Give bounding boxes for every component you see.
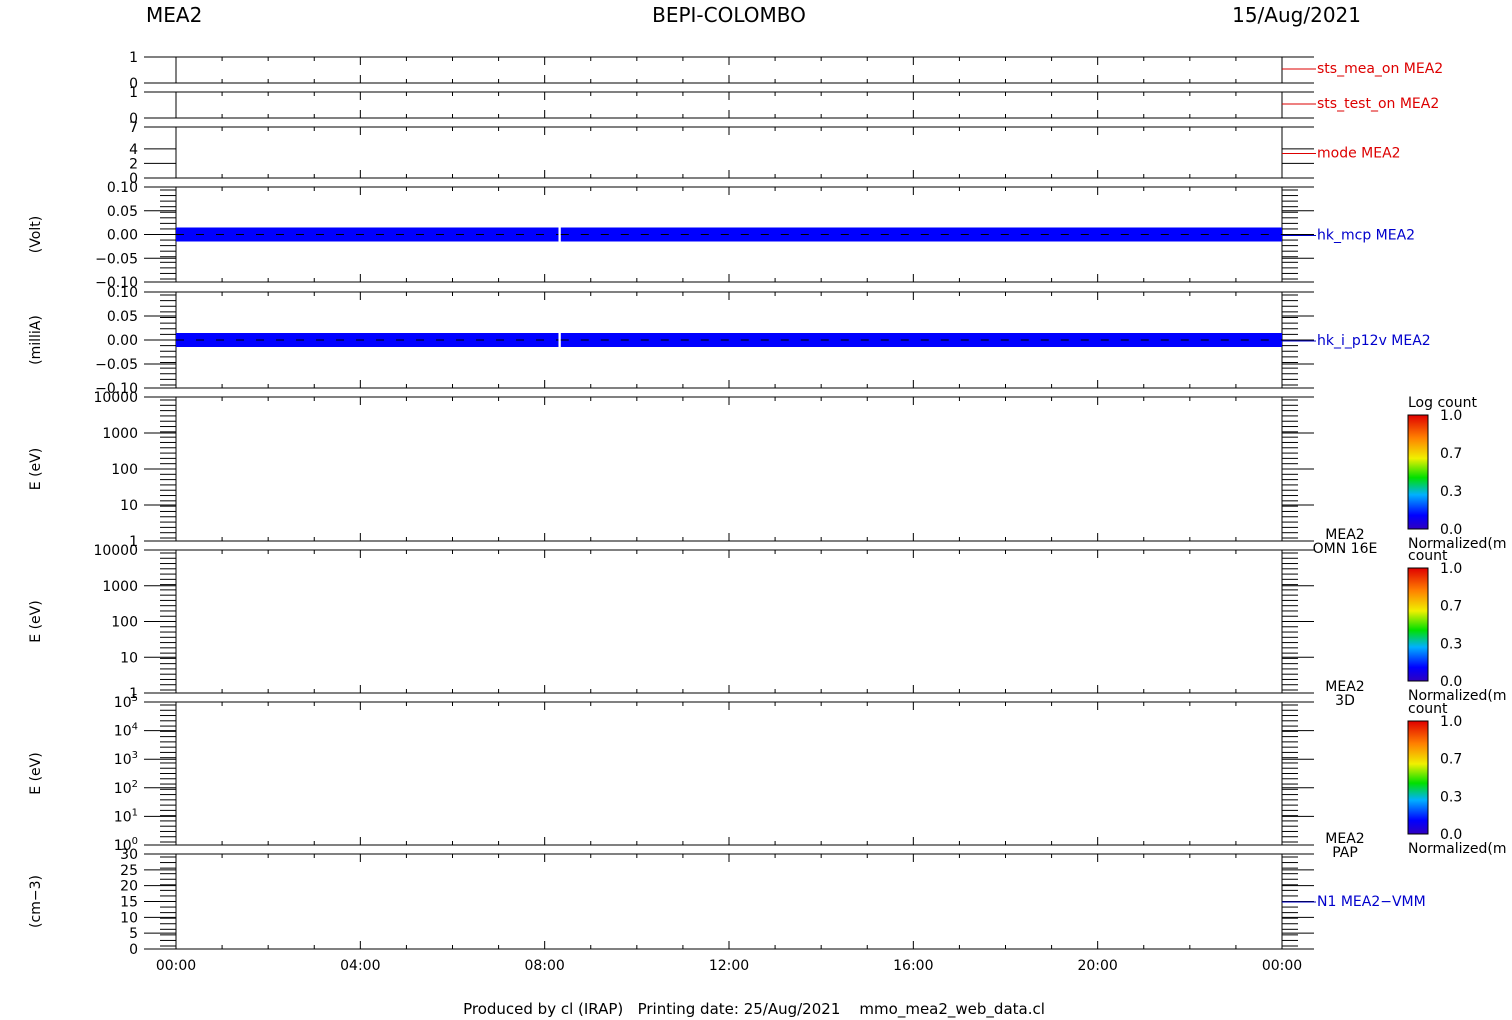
panel-3: 7420mode MEA2 — [129, 120, 1400, 187]
y-tick-label: 0.10 — [107, 180, 138, 196]
colorbar-scale — [1407, 567, 1429, 682]
colorbar-tick-label: 0.3 — [1440, 789, 1462, 805]
header-date: 15/Aug/2021 — [1232, 3, 1361, 27]
y-tick-label: −0.05 — [95, 357, 138, 373]
colorbar: Log count1.00.70.30.0Normalized(m — [1407, 395, 1507, 552]
y-tick-label: 100 — [111, 462, 138, 478]
panel-label: 3D — [1335, 693, 1355, 709]
panel-frame — [175, 396, 1283, 542]
mea2-summary-plot: MEA2 BEPI-COLOMBO 15/Aug/2021 10sts_mea_… — [28, 3, 1507, 1019]
y-axis-label: E (eV) — [28, 448, 44, 490]
y-tick-label: 1 — [129, 85, 138, 101]
panel-label: N1 MEA2−VMM — [1317, 894, 1426, 910]
header-mission: BEPI-COLOMBO — [652, 3, 806, 27]
colorbar-tick-label: 1.0 — [1440, 408, 1462, 424]
panel-4: 0.100.050.00−0.05−0.10(Volt) hk_mcp MEA2 — [28, 180, 1415, 291]
panel-label: mode MEA2 — [1317, 146, 1401, 162]
y-axis-label: (milliA) — [28, 315, 44, 365]
y-axis-label: E (eV) — [28, 752, 44, 794]
y-axis-label: E (eV) — [28, 600, 44, 642]
colorbar-scale — [1407, 720, 1429, 835]
colorbar-subtitle: Normalized(m — [1408, 841, 1507, 857]
y-tick-label: 101 — [114, 807, 138, 825]
y-tick-label: −0.05 — [95, 251, 138, 267]
y-tick-label: 15 — [120, 895, 138, 911]
footer-credit: Produced by cl (IRAP) Printing date: 25/… — [463, 1000, 1045, 1019]
colorbars: Log count1.00.70.30.0Normalized(mcount1.… — [1407, 395, 1507, 857]
y-tick-label: 10 — [120, 498, 138, 514]
colorbar-tick-label: 0.7 — [1440, 752, 1462, 768]
y-tick-label: 10000 — [93, 390, 138, 406]
y-tick-label: 10000 — [93, 543, 138, 559]
panel-8: 105104103102101100E (eV)MEA2PAP — [28, 693, 1365, 861]
panel-label: OMN 16E — [1313, 541, 1378, 557]
time-tick-label: 20:00 — [1077, 958, 1117, 974]
panel-1: 10sts_mea_on MEA2 — [129, 50, 1443, 92]
y-tick-label: 103 — [114, 750, 138, 768]
panel-5: 0.100.050.00−0.05−0.10(milliA) hk_i_p12v … — [28, 285, 1431, 397]
panel-frame — [175, 549, 1283, 694]
colorbar: count1.00.70.30.0Normalized(m — [1407, 701, 1507, 857]
y-tick-label: 0.10 — [107, 285, 138, 301]
y-tick-label: 20 — [120, 879, 138, 895]
y-tick-label: 104 — [114, 722, 138, 740]
y-tick-label: 1000 — [102, 426, 138, 442]
colorbar-scale — [1407, 414, 1429, 530]
y-tick-label: 0.05 — [107, 309, 138, 325]
panels: 10sts_mea_on MEA210sts_test_on MEA27420m… — [28, 50, 1443, 958]
time-axis: 00:00 04:00 08:00 12:00 16:00 20:00 00:00 — [156, 958, 1302, 974]
panel-frame — [175, 853, 1283, 950]
y-tick-label: 10 — [120, 650, 138, 666]
colorbar-tick-label: 0.7 — [1440, 446, 1462, 462]
y-tick-label: 0 — [129, 942, 138, 958]
y-tick-label: 0.00 — [107, 333, 138, 349]
time-tick-label: 16:00 — [893, 958, 933, 974]
y-axis-label: (Volt) — [28, 216, 44, 253]
panel-label: PAP — [1332, 845, 1358, 861]
panel-label: hk_mcp MEA2 — [1317, 228, 1415, 244]
colorbar: count1.00.70.30.0Normalized(m — [1407, 548, 1507, 704]
panel-2: 10sts_test_on MEA2 — [129, 85, 1439, 127]
y-tick-label: 102 — [114, 779, 138, 797]
y-tick-label: 30 — [120, 847, 138, 863]
colorbar-tick-label: 0.3 — [1440, 484, 1462, 500]
y-tick-label: 1 — [129, 50, 138, 66]
colorbar-tick-label: 0.3 — [1440, 636, 1462, 652]
panel-label: hk_i_p12v MEA2 — [1317, 333, 1431, 349]
panel-frame — [175, 701, 1283, 846]
colorbar-tick-label: 1.0 — [1440, 714, 1462, 730]
colorbar-tick-label: 1.0 — [1440, 561, 1462, 577]
time-tick-label: 00:00 — [156, 958, 196, 974]
panel-9: 302520151050 (cm−3) N1 MEA2−VMM — [28, 847, 1426, 958]
y-tick-label: 5 — [129, 926, 138, 942]
y-tick-label: 1000 — [102, 579, 138, 595]
y-tick-label: 105 — [114, 693, 138, 711]
y-tick-label: 100 — [111, 615, 138, 631]
colorbar-tick-label: 0.7 — [1440, 599, 1462, 615]
y-tick-label: 25 — [120, 863, 138, 879]
time-tick-label: 08:00 — [524, 958, 564, 974]
panel-7: 100001000100101E (eV)MEA23D — [28, 543, 1365, 709]
time-tick-label: 12:00 — [709, 958, 749, 974]
time-tick-label: 00:00 — [1262, 958, 1302, 974]
header-instrument: MEA2 — [146, 3, 202, 27]
y-tick-label: 0.05 — [107, 204, 138, 220]
y-tick-label: 0.00 — [107, 228, 138, 244]
time-tick-label: 04:00 — [340, 958, 380, 974]
panel-label: sts_test_on MEA2 — [1317, 96, 1439, 112]
y-axis-label: (cm−3) — [28, 875, 44, 928]
panel-6: 100001000100101E (eV)MEA2OMN 16E — [28, 390, 1377, 557]
y-tick-label: 7 — [129, 120, 138, 136]
y-tick-label: 10 — [120, 910, 138, 926]
panel-label: sts_mea_on MEA2 — [1317, 61, 1443, 77]
